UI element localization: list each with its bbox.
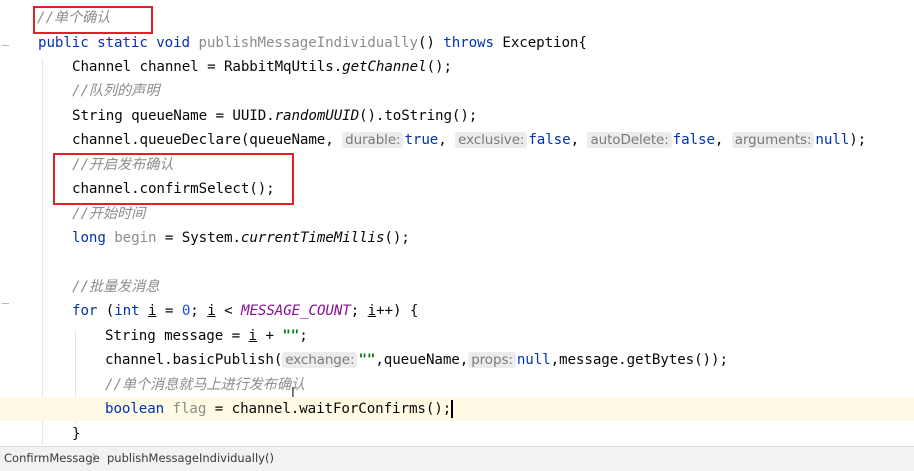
code-text: Channel channel = RabbitMqUtils. bbox=[72, 59, 343, 75]
chevron-right-icon: 〉 bbox=[92, 452, 103, 465]
code-line-current[interactable]: boolean flag = channel.waitForConfirms()… bbox=[0, 397, 914, 421]
loop-variable: i bbox=[148, 303, 157, 319]
unused-variable: begin bbox=[114, 230, 157, 246]
breadcrumb-bar: ConfirmMessage 〉 publishMessageIndividua… bbox=[0, 446, 914, 471]
code-editor[interactable]: //单个确认 public static void publishMessage… bbox=[0, 0, 914, 446]
punctuation: } bbox=[72, 426, 81, 442]
keyword: false bbox=[672, 132, 715, 148]
keyword: static bbox=[97, 35, 148, 51]
punctuation: ; bbox=[190, 303, 199, 319]
code-line[interactable]: channel.queueDeclare(queueName, durable:… bbox=[72, 128, 866, 152]
parameter-hint: autoDelete: bbox=[587, 132, 672, 148]
loop-variable: i bbox=[367, 303, 377, 319]
number-literal: 0 bbox=[181, 303, 191, 319]
parameter-hint: exclusive: bbox=[455, 132, 528, 148]
keyword: throws bbox=[443, 35, 494, 51]
operator: < bbox=[224, 303, 233, 319]
code-line[interactable]: } bbox=[72, 422, 81, 446]
punctuation: ; bbox=[299, 328, 308, 344]
comment: //单个消息就马上进行发布确认 bbox=[105, 377, 306, 393]
exception-type: Exception{ bbox=[502, 35, 587, 51]
static-method-call: currentTimeMillis bbox=[240, 230, 385, 246]
parameter-hint: durable: bbox=[342, 132, 404, 148]
keyword: boolean bbox=[105, 401, 165, 417]
punctuation: ); bbox=[849, 132, 867, 148]
operator: = bbox=[164, 303, 174, 319]
keyword: true bbox=[404, 132, 439, 148]
keyword: null bbox=[516, 352, 551, 368]
code-line[interactable]: String queueName = UUID.randomUUID().toS… bbox=[72, 104, 477, 128]
method-name: publishMessageIndividually bbox=[198, 35, 418, 51]
code-text: String message = bbox=[105, 328, 241, 344]
loop-variable: i bbox=[207, 303, 216, 319]
keyword: null bbox=[815, 132, 850, 148]
indent-guide bbox=[42, 58, 43, 444]
punctuation: , bbox=[438, 132, 447, 148]
keyword: for bbox=[72, 303, 98, 319]
code-text: channel.basicPublish( bbox=[105, 352, 283, 368]
punctuation: ; bbox=[350, 303, 360, 319]
code-line[interactable]: public static void publishMessageIndivid… bbox=[38, 31, 587, 55]
comment: //队列的声明 bbox=[72, 83, 160, 99]
punctuation: , bbox=[714, 132, 724, 148]
highlight-box bbox=[53, 153, 294, 205]
keyword: false bbox=[528, 132, 571, 148]
punctuation: () bbox=[417, 35, 435, 51]
code-text: ++) { bbox=[376, 303, 419, 319]
fold-marker[interactable] bbox=[2, 303, 9, 305]
code-line[interactable]: //单个消息就马上进行发布确认 bbox=[105, 373, 305, 397]
code-text: = System. bbox=[164, 230, 241, 246]
code-text: ,queueName, bbox=[375, 352, 469, 368]
fold-marker[interactable] bbox=[2, 45, 9, 47]
breadcrumb-method[interactable]: publishMessageIndividually() bbox=[107, 447, 274, 470]
code-line[interactable]: String message = i + ""; bbox=[105, 324, 308, 348]
static-method-call: getChannel bbox=[342, 59, 427, 75]
static-method-call: randomUUID bbox=[274, 108, 360, 124]
punctuation: , bbox=[570, 132, 580, 148]
mouse-cursor-icon: I bbox=[291, 386, 295, 401]
loop-variable: i bbox=[248, 328, 258, 344]
code-text: (); bbox=[426, 59, 452, 75]
code-line[interactable]: channel.basicPublish(exchange: "",queueNa… bbox=[105, 348, 728, 372]
code-line[interactable]: //队列的声明 bbox=[72, 79, 159, 103]
string-literal: "" bbox=[358, 352, 376, 368]
code-text: ,message.getBytes()); bbox=[550, 352, 728, 368]
keyword: long bbox=[72, 230, 106, 246]
code-text: channel.queueDeclare(queueName, bbox=[72, 132, 334, 148]
parameter-hint: arguments: bbox=[731, 132, 815, 148]
unused-variable: flag bbox=[172, 401, 207, 417]
parameter-hint: exchange: bbox=[282, 352, 358, 368]
code-line[interactable]: Channel channel = RabbitMqUtils.getChann… bbox=[72, 55, 452, 79]
code-line[interactable]: long begin = System.currentTimeMillis(); bbox=[72, 226, 410, 250]
code-text: ().toString(); bbox=[359, 108, 478, 124]
comment: //开始时间 bbox=[72, 206, 146, 222]
string-literal: "" bbox=[282, 328, 300, 344]
text-cursor bbox=[451, 400, 454, 418]
keyword: public bbox=[38, 35, 89, 51]
breadcrumb-class[interactable]: ConfirmMessage bbox=[4, 447, 100, 470]
code-line[interactable]: for (int i = 0; i < MESSAGE_COUNT; i++) … bbox=[72, 299, 418, 323]
keyword: void bbox=[156, 35, 190, 51]
code-text: = channel.waitForConfirms(); bbox=[214, 401, 452, 417]
constant: MESSAGE_COUNT bbox=[241, 303, 351, 319]
code-text: String queueName = UUID. bbox=[72, 108, 275, 124]
operator: + bbox=[265, 328, 274, 344]
editor-gutter[interactable] bbox=[0, 0, 16, 446]
highlight-box bbox=[33, 6, 153, 34]
parameter-hint: props: bbox=[468, 352, 516, 368]
comment: //批量发消息 bbox=[72, 279, 160, 295]
keyword: int bbox=[114, 303, 140, 319]
punctuation: ( bbox=[105, 303, 115, 319]
code-text: (); bbox=[384, 230, 410, 246]
code-line[interactable]: //开始时间 bbox=[72, 202, 145, 226]
code-line[interactable]: //批量发消息 bbox=[72, 275, 159, 299]
